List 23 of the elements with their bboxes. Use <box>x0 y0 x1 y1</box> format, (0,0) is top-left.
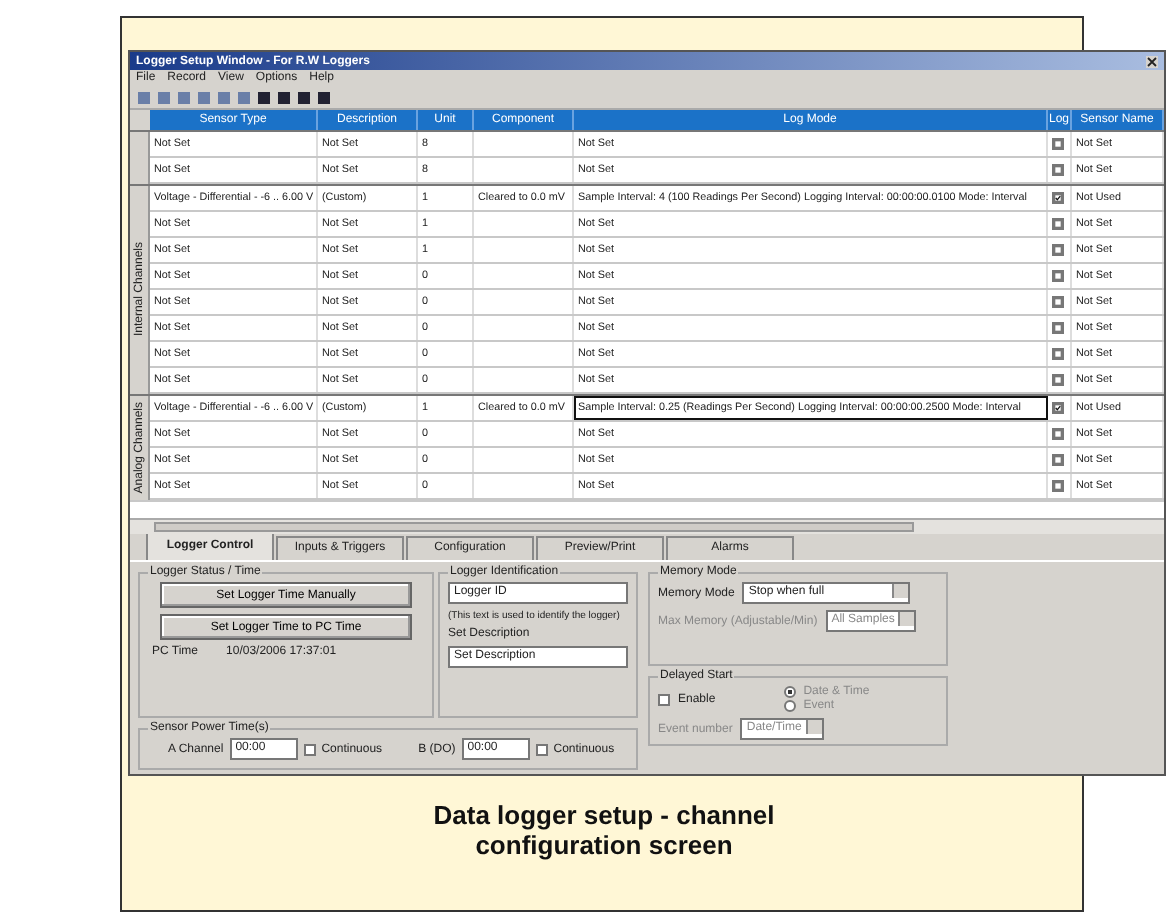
radio-button[interactable] <box>783 686 796 698</box>
checkbox[interactable] <box>1052 164 1064 176</box>
checkbox[interactable] <box>535 743 548 755</box>
radio-button[interactable] <box>783 700 796 712</box>
checkbox[interactable] <box>1052 480 1064 492</box>
checkbox[interactable] <box>1052 348 1064 360</box>
checkbox[interactable] <box>1052 374 1064 386</box>
close-icon[interactable] <box>1146 55 1158 67</box>
checkbox[interactable] <box>658 693 670 705</box>
checkbox[interactable] <box>1052 402 1064 414</box>
checkbox[interactable] <box>1052 296 1064 308</box>
checkbox[interactable] <box>1052 270 1064 282</box>
checkbox[interactable] <box>1052 218 1064 230</box>
checkbox[interactable] <box>1052 322 1064 334</box>
checkbox[interactable] <box>1052 138 1064 150</box>
checkbox[interactable] <box>1052 454 1064 466</box>
figure-caption: configuration screen <box>475 830 733 860</box>
figure-caption: Data logger setup - channel <box>433 800 775 830</box>
checkbox[interactable] <box>1052 192 1064 204</box>
checkbox[interactable] <box>1052 428 1064 440</box>
checkbox[interactable] <box>303 743 316 755</box>
checkbox[interactable] <box>1052 244 1064 256</box>
scrollbar[interactable] <box>130 518 1164 534</box>
